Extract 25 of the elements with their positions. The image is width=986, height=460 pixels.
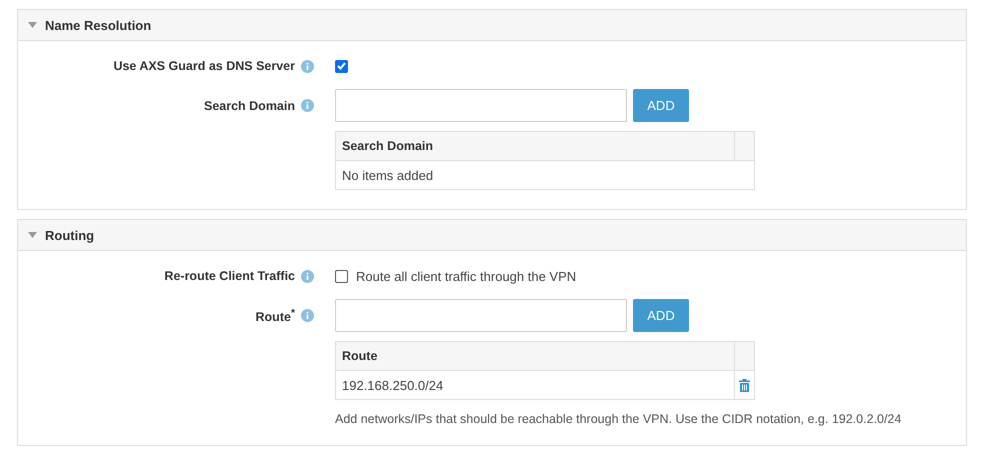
trash-icon[interactable] xyxy=(739,378,750,392)
field-label: Route$^{*}$ xyxy=(256,306,295,326)
caret-icon[interactable] xyxy=(28,232,37,238)
field-label: Search Domain xyxy=(204,98,295,114)
info-icon[interactable] xyxy=(301,309,314,322)
column-header: Search Domain xyxy=(336,132,734,161)
panel-title: Name Resolution xyxy=(45,18,152,32)
panel-title: Routing xyxy=(45,228,94,242)
caret-icon[interactable] xyxy=(28,22,37,28)
panel-header[interactable]: Routing xyxy=(18,220,966,251)
field-label: Re-route Client Traffic xyxy=(164,268,295,285)
info-icon[interactable] xyxy=(301,270,314,282)
table-cell-text: 192.168.250.0/24 xyxy=(341,376,444,394)
info-icon[interactable] xyxy=(301,99,314,112)
panel-header[interactable]: Name Resolution xyxy=(18,10,966,41)
text-input[interactable] xyxy=(335,299,627,332)
checkbox[interactable] xyxy=(335,270,348,282)
column-header: Route xyxy=(336,342,734,371)
checkbox-label[interactable]: Route all client traffic through the VPN xyxy=(356,268,576,284)
info-icon[interactable] xyxy=(301,60,314,72)
text-input[interactable] xyxy=(335,89,627,122)
empty-message: No items added xyxy=(341,166,434,184)
checkbox[interactable] xyxy=(335,60,348,72)
help-text: Add networks/IPs that should be reachable through the VPN. Use the CIDR notation, e.g. 192.0.2.0/24 xyxy=(335,412,902,426)
field-label: Use AXS Guard as DNS Server xyxy=(113,58,295,75)
